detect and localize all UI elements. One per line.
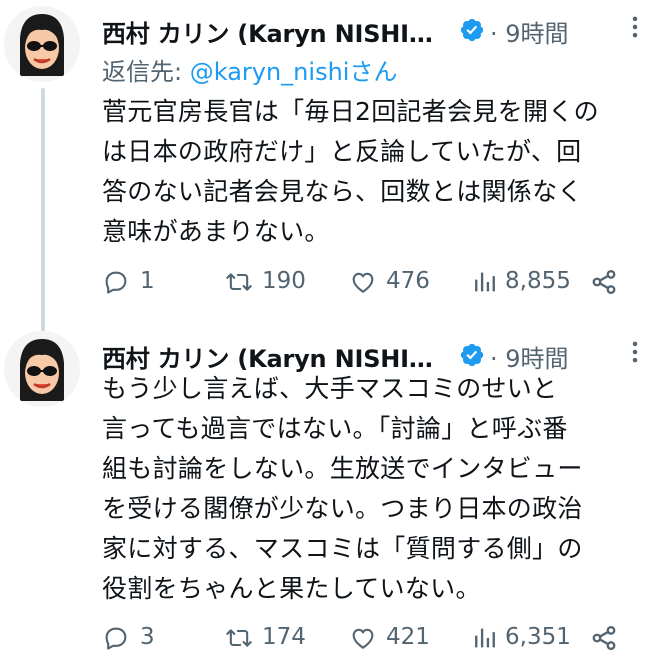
view-count: 8,855 — [505, 268, 571, 294]
avatar-cartoon-sunglasses-icon — [4, 6, 80, 82]
tweet[interactable]: 西村 カリン (Karyn NISHI… · 9時間 返信先: @karyn_n… — [0, 0, 650, 325]
retweet-button[interactable]: 190 — [224, 262, 314, 302]
views-button[interactable]: 8,855 — [471, 262, 581, 302]
like-count: 476 — [386, 268, 430, 294]
heart-icon — [352, 628, 374, 649]
share-button[interactable] — [590, 618, 622, 658]
reply-button[interactable]: 1 — [102, 262, 162, 302]
views-bar-chart-icon — [475, 628, 495, 648]
tweet-text: もう少し言えば、大手マスコミのせいと 言っても過言ではない。「討論」と呼ぶ番 組… — [102, 374, 583, 603]
reply-count: 3 — [140, 624, 155, 650]
retweet-count: 190 — [262, 268, 306, 294]
like-button[interactable]: 421 — [348, 618, 438, 658]
retweet-icon — [226, 273, 252, 291]
more-dots-icon[interactable] — [620, 12, 650, 42]
views-button[interactable]: 6,351 — [471, 618, 581, 658]
like-button[interactable]: 476 — [348, 262, 438, 302]
reply-bubble-icon — [105, 271, 127, 294]
reply-to-prefix: 返信先: — [102, 58, 190, 86]
reply-count: 1 — [140, 268, 155, 294]
tweet-timestamp[interactable]: · 9時間 — [490, 14, 569, 49]
author-name[interactable]: 西村 カリン (Karyn NISHI… — [102, 14, 433, 49]
heart-icon — [352, 272, 374, 293]
share-icon — [592, 269, 616, 295]
retweet-count: 174 — [262, 624, 306, 650]
more-dots-icon[interactable] — [620, 337, 650, 367]
verified-badge-icon — [460, 18, 484, 42]
reply-to-line: 返信先: @karyn_nishiさん — [102, 52, 397, 87]
tweet-actions: 3 174 421 6,351 — [102, 618, 622, 658]
tweet-thread: 西村 カリン (Karyn NISHI… · 9時間 返信先: @karyn_n… — [0, 0, 650, 670]
tweet-header: 西村 カリン (Karyn NISHI… · 9時間 — [102, 8, 650, 48]
tweet-header: 西村 カリン (Karyn NISHI… · 9時間 — [102, 333, 650, 373]
avatar-cartoon-sunglasses-icon — [4, 331, 80, 407]
view-count: 6,351 — [505, 624, 571, 650]
views-bar-chart-icon — [475, 272, 495, 292]
reply-bubble-icon — [105, 627, 127, 650]
retweet-button[interactable]: 174 — [224, 618, 314, 658]
tweet[interactable]: 西村 カリン (Karyn NISHI… · 9時間 もう少し言えば、大手マスコ… — [0, 325, 650, 670]
verified-badge-icon — [460, 343, 484, 367]
retweet-icon — [226, 629, 252, 647]
share-icon — [592, 625, 616, 651]
avatar[interactable] — [4, 331, 80, 407]
reply-button[interactable]: 3 — [102, 618, 162, 658]
like-count: 421 — [386, 624, 430, 650]
tweet-text: 菅元官房長官は「毎日2回記者会見を開くの は日本の政府だけ」と反論していたが、回… — [102, 97, 599, 246]
tweet-actions: 1 190 476 8,855 — [102, 262, 622, 302]
avatar[interactable] — [4, 6, 80, 82]
share-button[interactable] — [590, 262, 622, 302]
reply-to-handle-link[interactable]: @karyn_nishiさん — [190, 58, 398, 86]
